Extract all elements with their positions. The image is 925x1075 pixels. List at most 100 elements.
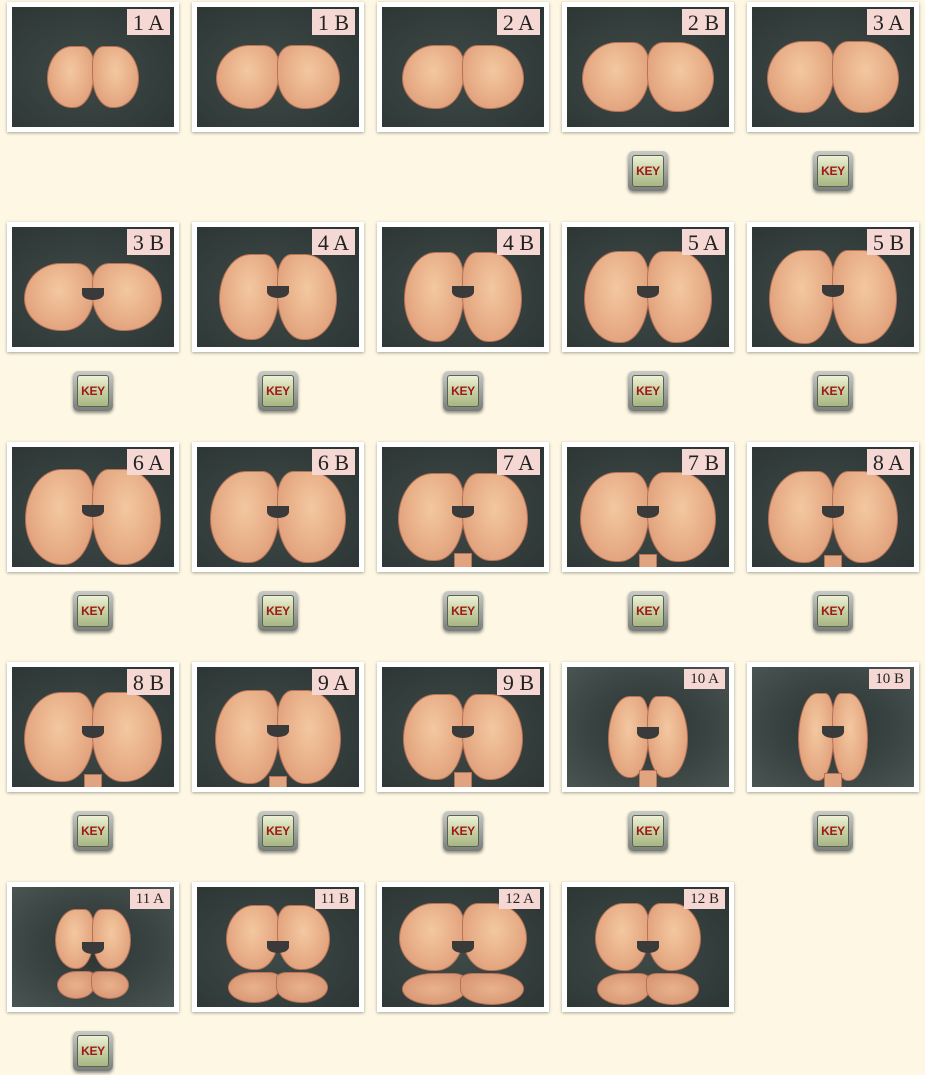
key-button-label: KEY [77,375,109,407]
brain-slice-photo: 8 A [752,447,914,567]
slice-thumbnail[interactable]: 5 B [747,222,919,352]
slice-thumbnail[interactable]: 2 A [377,2,549,132]
slice-thumbnail[interactable]: 9 A [192,662,364,792]
slice-cell: 3 A KEY [747,2,919,202]
key-button[interactable]: KEY [628,811,668,851]
brain-slice-image [404,251,522,342]
key-button[interactable]: KEY [443,811,483,851]
brain-slice-photo: 5 B [752,227,914,347]
brain-slice-image [584,250,712,343]
key-button[interactable]: KEY [443,371,483,411]
brain-slice-image [580,471,716,567]
key-button-label: KEY [77,1035,109,1067]
brain-slice-photo: 1 A [12,7,174,127]
brain-slice-image [768,470,898,567]
slice-label: 6 B [311,449,355,475]
slice-label: 7 A [496,449,540,475]
brain-slice-photo: 7 B [567,447,729,567]
slice-label: 9 A [311,669,355,695]
key-button[interactable]: KEY [73,371,113,411]
brain-slice-image [398,472,528,567]
slice-label: 9 B [496,669,540,695]
slice-thumbnail[interactable]: 4 A [192,222,364,352]
brain-slice-image [608,695,688,787]
slice-cell: 1 B [192,2,364,202]
slice-thumbnail[interactable]: 8 A [747,442,919,572]
slice-cell: 3 B KEY [7,222,179,422]
slice-thumbnail[interactable]: 5 A [562,222,734,352]
slice-cell: 6 B KEY [192,442,364,642]
brain-slice-photo: 1 B [197,7,359,127]
slice-cell: 5 A KEY [562,222,734,422]
slice-thumbnail[interactable]: 6 B [192,442,364,572]
key-button[interactable]: KEY [813,151,853,191]
key-button[interactable]: KEY [813,811,853,851]
slice-cell: 11 A KEY [7,882,179,1075]
slice-thumbnail[interactable]: 4 B [377,222,549,352]
slice-cell: 7 A KEY [377,442,549,642]
slice-cell: 8 B KEY [7,662,179,862]
brain-slice-image [769,249,897,344]
key-button-label: KEY [77,815,109,847]
key-button-label: KEY [632,815,664,847]
slice-thumbnail[interactable]: 3 A [747,2,919,132]
slice-label: 5 A [681,229,725,255]
slice-label: 5 B [866,229,910,255]
slice-thumbnail[interactable]: 8 B [7,662,179,792]
key-button[interactable]: KEY [258,591,298,631]
slice-label: 6 A [126,449,170,475]
slice-thumbnail[interactable]: 12 A [377,882,549,1012]
key-button[interactable]: KEY [73,591,113,631]
slice-thumbnail[interactable]: 10 B [747,662,919,792]
slice-thumbnail[interactable]: 3 B [7,222,179,352]
slice-label: 12 A [499,889,540,909]
slice-label: 4 A [311,229,355,255]
key-button[interactable]: KEY [73,811,113,851]
key-button[interactable]: KEY [628,371,668,411]
brain-slice-image [25,468,161,565]
key-button[interactable]: KEY [813,371,853,411]
slice-label: 3 A [866,9,910,35]
slice-cell: 9 B KEY [377,662,549,862]
key-button-label: KEY [632,595,664,627]
brain-slice-photo: 10 B [752,667,914,787]
brain-slice-photo: 6 B [197,447,359,567]
slice-thumbnail[interactable]: 7 A [377,442,549,572]
brain-slice-image [47,45,139,108]
slice-thumbnail[interactable]: 2 B [562,2,734,132]
slice-label: 1 B [311,9,355,35]
slice-thumbnail[interactable]: 11 A [7,882,179,1012]
slice-thumbnail[interactable]: 7 B [562,442,734,572]
brain-slice-image [403,693,523,787]
brain-slice-photo: 9 A [197,667,359,787]
slice-thumbnail[interactable]: 1 A [7,2,179,132]
brain-slice-photo: 11 A [12,887,174,1007]
key-button[interactable]: KEY [628,151,668,191]
brain-slice-photo: 9 B [382,667,544,787]
slice-label: 2 A [496,9,540,35]
key-button[interactable]: KEY [258,811,298,851]
slice-thumbnail[interactable]: 6 A [7,442,179,572]
brain-slice-image [24,262,162,331]
slice-label: 11 A [129,889,170,909]
slice-thumbnail[interactable]: 11 B [192,882,364,1012]
key-button[interactable]: KEY [258,371,298,411]
key-button[interactable]: KEY [628,591,668,631]
brain-slice-image [582,41,714,112]
key-button-label: KEY [817,375,849,407]
slice-thumbnail[interactable]: 12 B [562,882,734,1012]
slice-thumbnail[interactable]: 9 B [377,662,549,792]
slice-label: 12 B [684,889,725,909]
key-button[interactable]: KEY [73,1031,113,1071]
brain-slice-image [24,691,162,787]
slice-thumbnail[interactable]: 10 A [562,662,734,792]
brain-slice-image [210,470,346,563]
brain-slice-image [798,692,868,787]
brain-slice-image [219,253,337,340]
slice-thumbnail[interactable]: 1 B [192,2,364,132]
slice-cell: 2 A [377,2,549,202]
key-button[interactable]: KEY [813,591,853,631]
key-button[interactable]: KEY [443,591,483,631]
key-button-label: KEY [632,375,664,407]
slice-label: 2 B [681,9,725,35]
